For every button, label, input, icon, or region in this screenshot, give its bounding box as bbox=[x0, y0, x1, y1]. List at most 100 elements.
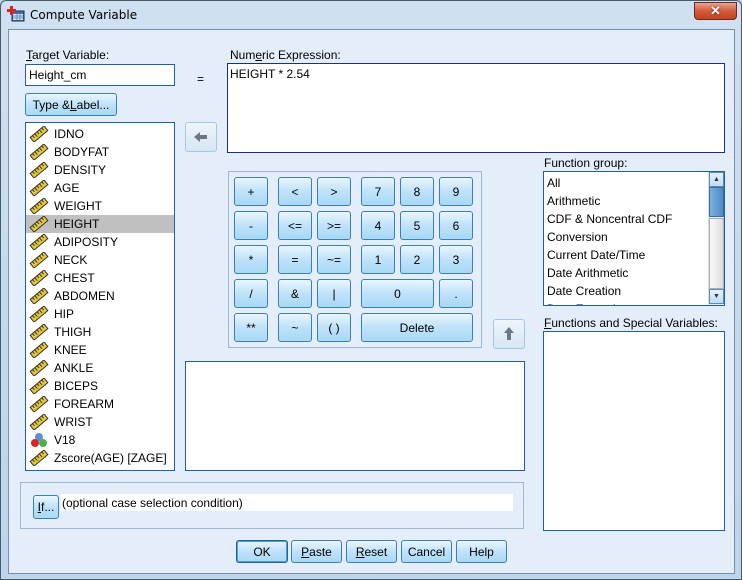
variable-item[interactable]: BODYFAT bbox=[26, 143, 174, 161]
variable-item[interactable]: HEIGHT bbox=[26, 215, 174, 233]
scale-variable-icon bbox=[29, 323, 49, 341]
keypad-zero-key[interactable]: 0 bbox=[361, 279, 434, 308]
variable-item[interactable]: HIP bbox=[26, 305, 174, 323]
scale-variable-icon bbox=[29, 413, 49, 431]
keypad-digit-key[interactable]: 4 bbox=[361, 211, 395, 240]
function-group-item[interactable]: CDF & Noncentral CDF bbox=[544, 210, 724, 228]
label-text: Num bbox=[230, 48, 256, 62]
keypad-operator-key[interactable]: - bbox=[234, 211, 268, 240]
cancel-button[interactable]: Cancel bbox=[401, 540, 452, 563]
function-group-item[interactable]: Conversion bbox=[544, 228, 724, 246]
keypad-operator-key[interactable]: = bbox=[278, 245, 312, 274]
scroll-track[interactable] bbox=[709, 218, 724, 289]
variable-item[interactable]: NECK bbox=[26, 251, 174, 269]
keypad-digit-key[interactable]: 5 bbox=[400, 211, 434, 240]
scale-variable-icon bbox=[29, 197, 49, 215]
type-label-button[interactable]: Type & Label... bbox=[25, 93, 117, 116]
move-function-up-button[interactable] bbox=[493, 319, 525, 349]
variable-name: THIGH bbox=[54, 325, 92, 339]
function-group-label: Function group: bbox=[544, 156, 627, 170]
variable-item[interactable]: KNEE bbox=[26, 341, 174, 359]
scale-variable-icon bbox=[29, 269, 49, 287]
variable-item[interactable]: WEIGHT bbox=[26, 197, 174, 215]
title-bar[interactable]: Compute Variable ✕ bbox=[1, 1, 741, 29]
scale-variable-icon bbox=[29, 377, 49, 395]
scale-variable-icon bbox=[29, 305, 49, 323]
variable-item[interactable]: ANKLE bbox=[26, 359, 174, 377]
mnemonic: R bbox=[355, 544, 365, 559]
function-description-box bbox=[185, 361, 525, 471]
scale-variable-icon bbox=[29, 143, 49, 161]
scale-variable-icon bbox=[29, 449, 49, 467]
keypad-decimal-key[interactable]: . bbox=[439, 279, 473, 308]
ok-button[interactable]: OK bbox=[236, 540, 288, 563]
keypad-digit-key[interactable]: 9 bbox=[439, 177, 473, 206]
function-group-list[interactable]: All Arithmetic CDF & Noncentral CDF Convers… bbox=[543, 171, 725, 306]
keypad-digit-key[interactable]: 7 bbox=[361, 177, 395, 206]
variable-item[interactable]: Zscore(AGE) [ZAGE] bbox=[26, 449, 174, 467]
keypad-operator-key[interactable]: * bbox=[234, 245, 268, 274]
keypad-operator-key[interactable]: & bbox=[278, 279, 312, 308]
variable-item[interactable]: WRIST bbox=[26, 413, 174, 431]
variable-item[interactable]: THIGH bbox=[26, 323, 174, 341]
keypad-operator-key[interactable]: ~ bbox=[278, 313, 312, 342]
function-group-item[interactable]: Arithmetic bbox=[544, 192, 724, 210]
variable-item[interactable]: BICEPS bbox=[26, 377, 174, 395]
functions-special-list[interactable] bbox=[543, 331, 725, 531]
variable-item[interactable]: CHEST bbox=[26, 269, 174, 287]
reset-button[interactable]: Reset bbox=[346, 540, 397, 563]
variable-item[interactable]: ADIPOSITY bbox=[26, 233, 174, 251]
variable-item[interactable]: AGE bbox=[26, 179, 174, 197]
keypad-digit-key[interactable]: 1 bbox=[361, 245, 395, 274]
variable-name: NECK bbox=[54, 253, 88, 267]
variable-item[interactable]: IDNO bbox=[26, 125, 174, 143]
function-group-item[interactable]: Date Arithmetic bbox=[544, 264, 724, 282]
keypad-operator-key[interactable]: + bbox=[234, 177, 268, 206]
function-group-item[interactable]: Date Extraction bbox=[544, 300, 724, 305]
function-group-item[interactable]: All bbox=[544, 174, 724, 192]
if-condition-field: (optional case selection condition) bbox=[61, 494, 513, 511]
keypad-digit-key[interactable]: 6 bbox=[439, 211, 473, 240]
keypad-operator-key[interactable]: <= bbox=[278, 211, 312, 240]
help-button[interactable]: Help bbox=[456, 540, 507, 563]
keypad-digit-key[interactable]: 8 bbox=[400, 177, 434, 206]
scale-variable-icon bbox=[29, 251, 49, 269]
keypad-digit-key[interactable]: 2 bbox=[400, 245, 434, 274]
function-group-scrollbar[interactable]: ▲ ▼ bbox=[708, 172, 724, 305]
scale-variable-icon bbox=[29, 287, 49, 305]
variable-item[interactable]: DENSITY bbox=[26, 161, 174, 179]
keypad-delete-key[interactable]: Delete bbox=[361, 313, 473, 342]
keypad-operator-key[interactable]: / bbox=[234, 279, 268, 308]
target-variable-input[interactable]: Height_cm bbox=[25, 64, 175, 86]
move-to-expression-button[interactable] bbox=[185, 122, 217, 152]
scroll-up-icon[interactable]: ▲ bbox=[709, 172, 724, 187]
keypad-operator-key[interactable]: | bbox=[317, 279, 351, 308]
keypad-operator-key[interactable]: >= bbox=[317, 211, 351, 240]
btn-text: Type & bbox=[32, 97, 70, 112]
keypad-operator-key[interactable]: ( ) bbox=[317, 313, 351, 342]
scroll-thumb[interactable] bbox=[709, 187, 724, 217]
variable-name: BODYFAT bbox=[54, 145, 110, 159]
window-title: Compute Variable bbox=[30, 8, 138, 22]
scroll-down-icon[interactable]: ▼ bbox=[709, 289, 724, 304]
variable-item[interactable]: FOREARM bbox=[26, 395, 174, 413]
paste-button[interactable]: Paste bbox=[291, 540, 342, 563]
numeric-expression-input[interactable]: HEIGHT * 2.54 bbox=[227, 63, 725, 153]
variable-name: AGE bbox=[54, 181, 80, 195]
variable-item[interactable]: V18 bbox=[26, 431, 174, 449]
variable-item[interactable]: ABDOMEN bbox=[26, 287, 174, 305]
scale-variable-icon bbox=[29, 395, 49, 413]
close-icon: ✕ bbox=[710, 3, 721, 18]
keypad-operator-key[interactable]: ** bbox=[234, 313, 268, 342]
variable-name: ABDOMEN bbox=[54, 289, 115, 303]
variable-list[interactable]: IDNO BODYFAT DENSITY AGE WEIGHT HEIGHT ADIPOSI… bbox=[25, 122, 175, 471]
function-group-item[interactable]: Current Date/Time bbox=[544, 246, 724, 264]
if-button[interactable]: If... bbox=[33, 495, 59, 519]
function-group-item[interactable]: Date Creation bbox=[544, 282, 724, 300]
label-text: roup: bbox=[600, 156, 628, 170]
keypad-digit-key[interactable]: 3 bbox=[439, 245, 473, 274]
keypad-operator-key[interactable]: < bbox=[278, 177, 312, 206]
keypad-operator-key[interactable]: ~= bbox=[317, 245, 351, 274]
close-button[interactable]: ✕ bbox=[694, 2, 737, 20]
keypad-operator-key[interactable]: > bbox=[317, 177, 351, 206]
